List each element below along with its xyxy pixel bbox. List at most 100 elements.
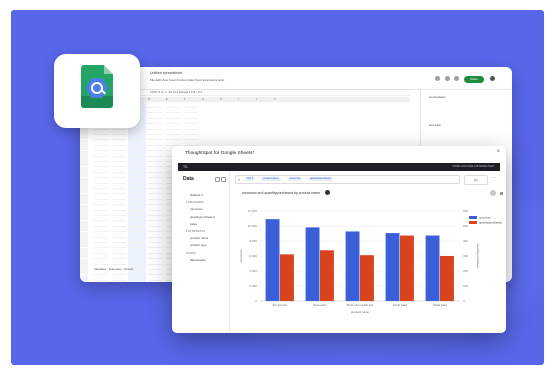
history-icon[interactable] — [435, 76, 440, 81]
y-tick-label: 4,000 — [249, 269, 257, 273]
x-tick-label: Fresh paint — [393, 303, 407, 307]
sheet-tab[interactable]: Sheet1 — [124, 267, 134, 271]
y2-axis-label: quantitypurchased — [476, 244, 480, 269]
thoughtspot-nav-bar: TS HOME DATA ANALYZE MORE HELP — [178, 163, 500, 171]
search-bar[interactable]: ⌕ Top 5 product name tomorrow quantitypurch… — [235, 175, 460, 184]
bar-tomorrow — [425, 235, 440, 301]
chart-title: tomorrow and quantitypurchased by produc… — [242, 191, 321, 195]
x-tick-label: Eyes paint — [313, 303, 326, 307]
cell[interactable] — [112, 275, 126, 281]
row-number — [80, 139, 88, 145]
data-panel: Data Dataset 1 ▾ MEASURES tomorrow quantity… — [178, 171, 230, 333]
row-number — [80, 193, 88, 199]
cell[interactable] — [94, 275, 108, 281]
row-number — [80, 129, 88, 134]
more-options-icon[interactable]: ⋯ — [492, 175, 496, 180]
y2-tick-label: 500 — [463, 224, 468, 228]
search-token-chip[interactable]: Top 5 — [245, 177, 256, 181]
data-column-item[interactable]: Dataset 1 — [190, 193, 203, 197]
data-group-heading: ▾ ATTRIBUTES — [186, 229, 206, 233]
row-number — [80, 264, 88, 269]
bar-tomorrow — [305, 227, 320, 301]
x-axis-label: product name — [351, 310, 370, 314]
row-number — [80, 242, 88, 248]
window-title: ThoughtSpot for Google Sheets* — [185, 151, 255, 156]
y2-tick-label: 400 — [463, 239, 468, 243]
data-heading: Data — [183, 176, 194, 182]
go-button[interactable]: Go — [464, 175, 488, 185]
share-button[interactable]: Share — [464, 76, 484, 83]
magnifier-icon — [91, 82, 103, 94]
filter-icon[interactable] — [215, 177, 220, 182]
y-tick-label: 0 — [255, 299, 257, 303]
doc-fold — [104, 65, 113, 74]
row-number — [80, 226, 88, 232]
search-token-chip[interactable]: quantitypurchased — [308, 177, 333, 181]
y2-tick-label: 200 — [463, 269, 468, 273]
data-column-item[interactable]: quantitypurchased — [190, 215, 215, 219]
side-item[interactable]: Get data — [429, 123, 441, 127]
row-number — [80, 161, 88, 167]
table-row — [80, 134, 280, 141]
bar-quantitypurchased — [320, 250, 334, 301]
table-row — [80, 129, 280, 135]
bar-tomorrow — [345, 231, 360, 301]
marketing-background: Untitled spreadsheet File Edit View Inse… — [11, 10, 544, 365]
row-number — [80, 247, 88, 253]
legend-swatch — [469, 216, 477, 219]
search-token-chip[interactable]: product name — [261, 177, 281, 181]
app-logo-card — [54, 54, 140, 128]
row-number — [80, 231, 88, 237]
search-icon: ⌕ — [238, 176, 241, 182]
x-tick-label: Shell color (quick set) — [347, 303, 374, 307]
comment-icon[interactable] — [445, 76, 450, 81]
sheet-menu-bar[interactable]: File Edit View Insert Format Data Tools … — [150, 78, 224, 82]
row-number — [80, 204, 88, 210]
bar-quantitypurchased — [360, 255, 374, 301]
close-icon[interactable]: × — [496, 149, 500, 155]
data-column-item[interactable]: date/weekly — [190, 258, 206, 262]
y-axis-label: tomorrow — [239, 249, 243, 262]
top-nav-links[interactable]: HOME DATA ANALYZE MORE HELP — [452, 165, 494, 168]
x-tick-label: Pro tint plus — [273, 303, 288, 307]
row-number — [80, 237, 88, 242]
chart-grid-icon[interactable] — [500, 192, 503, 195]
bar-tomorrow — [265, 219, 280, 301]
sheet-tab[interactable]: Summary — [109, 267, 122, 271]
google-sheets-thoughtspot-logo-icon — [81, 65, 113, 108]
row-number — [80, 215, 88, 221]
cell[interactable] — [148, 275, 162, 281]
bar-chart: 0 0 2,000 100 4,000 200 6,000 300 8,000 400 10,000… — [239, 209, 502, 314]
cell[interactable] — [130, 275, 144, 281]
data-group-heading: ▾ MEASURES — [186, 200, 204, 205]
y2-tick-label: 600 — [463, 209, 468, 213]
legend-label: tomorrow — [479, 216, 492, 220]
data-group-heading: ▾ DATE — [186, 250, 196, 255]
data-column-item[interactable]: product type — [190, 243, 207, 247]
info-icon[interactable] — [325, 190, 330, 195]
side-item[interactable]: Connections — [429, 95, 446, 99]
row-number — [80, 188, 88, 194]
sheet-tab[interactable]: Variables — [94, 267, 106, 271]
settings-icon[interactable] — [221, 177, 226, 182]
row-number — [80, 199, 88, 205]
sheet-doc-title[interactable]: Untitled spreadsheet — [150, 71, 182, 75]
chart-settings-icon[interactable] — [490, 190, 496, 196]
data-column-item[interactable]: product name — [190, 236, 208, 240]
meet-icon[interactable] — [454, 76, 459, 81]
y-tick-label: 12,000 — [248, 209, 258, 213]
avatar[interactable] — [490, 76, 495, 81]
legend-label: quantitypurchased — [479, 221, 502, 225]
row-number — [80, 177, 88, 183]
thoughtspot-logo-icon[interactable]: TS — [183, 165, 187, 169]
data-column-item[interactable]: sales — [190, 222, 197, 226]
table-row — [80, 139, 280, 146]
data-column-item[interactable]: tomorrow — [190, 207, 203, 211]
row-number — [80, 150, 88, 156]
sheet-header: Untitled spreadsheet File Edit View Inse… — [80, 67, 512, 90]
x-tick-label: Metal paint — [433, 303, 447, 307]
bar-quantitypurchased — [400, 235, 414, 301]
row-number — [80, 156, 88, 161]
sheet-tabs: Variables Summary Sheet1 — [94, 267, 134, 271]
search-token-chip[interactable]: tomorrow — [287, 177, 303, 181]
